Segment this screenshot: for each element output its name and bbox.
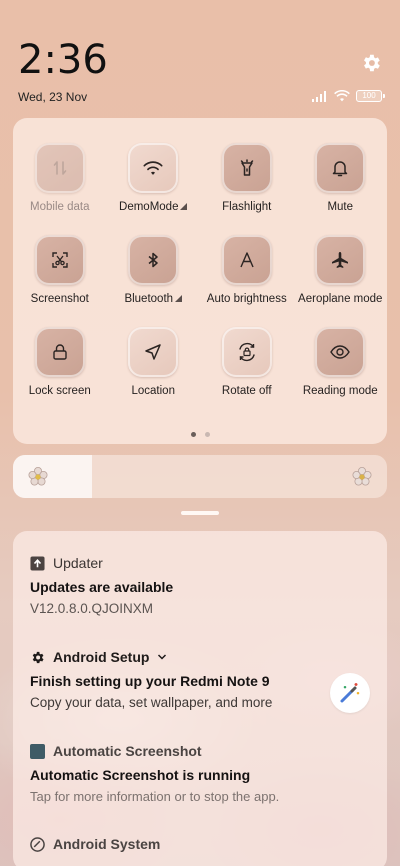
notification-app-name: Android Setup: [53, 649, 150, 665]
status-header: 2:36 Wed, 23 Nov 100: [18, 38, 385, 104]
screenshot-button[interactable]: [34, 235, 85, 285]
tile-label: Mobile data: [30, 201, 90, 213]
tile-aeroplane[interactable]: Aeroplane mode: [294, 235, 388, 305]
tile-lock-screen[interactable]: Lock screen: [13, 327, 107, 397]
tile-label-row: DemoMode: [119, 201, 188, 213]
tile-label-row: Bluetooth: [124, 293, 183, 305]
location-icon: [145, 344, 161, 360]
notification-app-name: Automatic Screenshot: [53, 743, 202, 759]
location-button[interactable]: [128, 327, 179, 377]
battery-icon: 100: [356, 90, 385, 102]
tile-bluetooth[interactable]: Bluetooth: [107, 235, 201, 305]
drag-handle[interactable]: [181, 511, 219, 515]
auto-brightness-button[interactable]: [221, 235, 272, 285]
tile-label: Mute: [327, 201, 354, 213]
expand-arrow-icon[interactable]: [180, 203, 188, 210]
airplane-icon: [332, 252, 349, 268]
notification-header: Android System: [30, 836, 371, 852]
tile-label: Location: [131, 385, 175, 397]
setup-wand-icon[interactable]: [330, 673, 370, 713]
tile-reading-mode[interactable]: Reading mode: [294, 327, 388, 397]
tile-label: Rotate off: [221, 385, 272, 397]
bell-icon: [333, 161, 348, 177]
bluetooth-icon: [148, 252, 158, 268]
mobile-data-icon: [53, 161, 67, 175]
page-indicator: [13, 432, 387, 437]
bluetooth-button[interactable]: [128, 235, 179, 285]
settings-gear-icon[interactable]: [360, 52, 382, 74]
tile-label: Screenshot: [30, 293, 89, 305]
notification-text: Tap for more information or to stop the …: [30, 789, 280, 804]
brightness-fill[interactable]: [13, 455, 92, 498]
wifi-status-icon: [334, 90, 350, 102]
signal-icon: [312, 90, 326, 102]
page-dot-1[interactable]: [190, 432, 196, 437]
auto-brightness-icon: [240, 252, 254, 268]
notification-android-setup[interactable]: Android Setup Finish setting up your Red…: [30, 649, 371, 710]
eye-icon: [330, 345, 351, 359]
screenshot-app-icon: [30, 743, 45, 759]
notification-android-system[interactable]: Android System: [30, 836, 371, 852]
notification-app-name: Updater: [53, 555, 103, 571]
tile-auto-brightness[interactable]: Auto brightness: [200, 235, 294, 305]
notification-text: Copy your data, set wallpaper, and more: [30, 695, 273, 710]
page-dot-2[interactable]: [204, 432, 210, 437]
chevron-down-icon[interactable]: [157, 653, 167, 661]
notification-app-name: Android System: [53, 836, 161, 852]
magic-wand-icon: [340, 683, 360, 703]
tile-rotate[interactable]: Rotate off: [200, 327, 294, 397]
reading-mode-button[interactable]: [315, 327, 366, 377]
android-system-icon: [30, 836, 45, 852]
flashlight-icon: [240, 159, 253, 176]
notification-text: V12.0.8.0.QJOINXM: [30, 601, 154, 616]
tile-label: Auto brightness: [206, 293, 287, 305]
demomode-button[interactable]: [128, 143, 179, 193]
tile-grid: Mobile data DemoMode Flashlight Mute Scr…: [13, 143, 387, 397]
notification-automatic-screenshot[interactable]: Automatic Screenshot Automatic Screensho…: [30, 743, 371, 804]
tile-location[interactable]: Location: [107, 327, 201, 397]
mobile-data-button[interactable]: [34, 143, 85, 193]
brightness-low-icon: [28, 467, 48, 486]
notification-header: Automatic Screenshot: [30, 743, 371, 759]
flashlight-button[interactable]: [221, 143, 272, 193]
updater-arrow-icon: [30, 555, 45, 571]
mute-button[interactable]: [315, 143, 366, 193]
notification-header: Updater: [30, 555, 371, 571]
screenshot-icon: [52, 252, 68, 268]
tile-label: Bluetooth: [124, 293, 174, 305]
gear-icon: [32, 651, 44, 663]
rotate-button[interactable]: [221, 327, 272, 377]
brightness-slider[interactable]: [13, 455, 387, 498]
tile-label: Lock screen: [28, 385, 91, 397]
lock-screen-button[interactable]: [34, 327, 85, 377]
notification-updater[interactable]: Updater Updates are available V12.0.8.0.…: [30, 555, 371, 616]
notification-header: Android Setup: [30, 649, 371, 665]
notification-title: Updates are available: [30, 579, 174, 595]
notification-title: Automatic Screenshot is running: [30, 767, 251, 783]
quick-settings-panel: Mobile data DemoMode Flashlight Mute Scr…: [13, 118, 387, 444]
lock-icon: [53, 344, 67, 360]
expand-arrow-icon[interactable]: [175, 295, 183, 302]
tile-mute[interactable]: Mute: [294, 143, 388, 213]
rotate-lock-icon: [239, 342, 255, 362]
notification-panel: Updater Updates are available V12.0.8.0.…: [13, 531, 387, 866]
tile-screenshot[interactable]: Screenshot: [13, 235, 107, 305]
clock[interactable]: 2:36: [18, 38, 382, 82]
tile-mobile-data[interactable]: Mobile data: [13, 143, 107, 213]
notification-title: Finish setting up your Redmi Note 9: [30, 673, 270, 689]
tile-label: Reading mode: [302, 385, 378, 397]
tile-label: Aeroplane mode: [298, 293, 383, 305]
tile-demomode[interactable]: DemoMode: [107, 143, 201, 213]
brightness-high-icon: [352, 467, 372, 486]
wifi-icon: [143, 161, 163, 175]
tile-flashlight[interactable]: Flashlight: [200, 143, 294, 213]
system-icons: 100: [312, 90, 385, 102]
battery-level: 100: [362, 91, 376, 100]
tile-label: DemoMode: [119, 201, 179, 213]
aeroplane-button[interactable]: [315, 235, 366, 285]
tile-label: Flashlight: [222, 201, 272, 213]
